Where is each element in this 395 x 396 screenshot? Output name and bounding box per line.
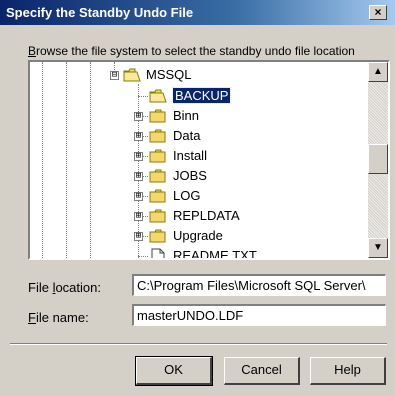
tree-guide-line [138, 96, 148, 97]
file-location-field[interactable]: C:\Program Files\Microsoft SQL Server\ [132, 274, 386, 296]
file-name-label: File name: [28, 310, 89, 325]
folder-icon [149, 209, 166, 223]
tree-item-label: LOG [173, 188, 201, 203]
expand-icon[interactable]: ⊞ [134, 192, 143, 201]
close-button[interactable]: × [369, 5, 387, 20]
browse-instruction: Browse the file system to select the sta… [28, 44, 355, 58]
expand-icon[interactable]: ⊞ [134, 232, 143, 241]
scroll-thumb[interactable] [368, 144, 388, 174]
scroll-down-icon: ▼ [373, 242, 383, 253]
title-bar: Specify the Standby Undo File × [0, 0, 395, 25]
tree-item-label: REPLDATA [173, 208, 240, 223]
tree-item-label: Binn [173, 108, 200, 123]
folder-icon [149, 169, 166, 183]
specify-standby-undo-file-dialog: Specify the Standby Undo File × Browse t… [0, 0, 395, 396]
tree-item-label: MSSQL [146, 67, 192, 82]
tree-guide-line [90, 62, 91, 258]
expand-icon[interactable]: ⊞ [134, 212, 143, 221]
tree-guide-line [42, 62, 43, 258]
tree-guide-line [66, 62, 67, 258]
open-folder-icon [149, 89, 167, 103]
folder-icon [149, 229, 166, 243]
expand-icon[interactable]: ⊞ [134, 112, 143, 121]
open-folder-icon [123, 68, 141, 82]
file-name-field[interactable]: masterUNDO.LDF [132, 304, 386, 326]
tree-item-label: JOBS [173, 168, 207, 183]
scroll-up-icon: ▲ [373, 66, 383, 77]
expand-icon[interactable]: ⊞ [134, 132, 143, 141]
file-location-label: File location: [28, 280, 101, 295]
cancel-button[interactable]: Cancel [224, 357, 300, 385]
close-icon: × [374, 5, 382, 19]
scroll-up-button[interactable]: ▲ [368, 62, 388, 82]
file-icon [151, 248, 165, 258]
folder-icon [149, 109, 166, 123]
tree-item-label: Upgrade [173, 228, 223, 243]
expand-icon[interactable]: ⊞ [134, 172, 143, 181]
folder-icon [149, 149, 166, 163]
folder-icon [149, 189, 166, 203]
help-button[interactable]: Help [310, 357, 386, 385]
tree-item-label: Install [173, 148, 207, 163]
tree-guide-line [138, 256, 148, 257]
tree-vertical-scrollbar[interactable]: ▲ ▼ [368, 62, 388, 258]
tree-item-label: README.TXT [173, 248, 257, 260]
tree-item-label: Data [173, 128, 201, 143]
window-title: Specify the Standby Undo File [6, 5, 194, 20]
folder-icon [149, 129, 166, 143]
tree-item-label: BACKUP [171, 87, 232, 104]
expand-icon[interactable]: ⊞ [134, 152, 143, 161]
ok-button[interactable]: OK [135, 356, 213, 386]
collapse-icon[interactable]: ⊟ [110, 71, 119, 80]
separator-line [10, 343, 387, 345]
tree-content: ⊟ MSSQL BACKUP ⊞ Binn ⊞ Data ⊞ Install ⊞… [30, 62, 370, 258]
folder-tree-view[interactable]: ⊟ MSSQL BACKUP ⊞ Binn ⊞ Data ⊞ Install ⊞… [28, 60, 390, 260]
scroll-down-button[interactable]: ▼ [368, 238, 388, 258]
